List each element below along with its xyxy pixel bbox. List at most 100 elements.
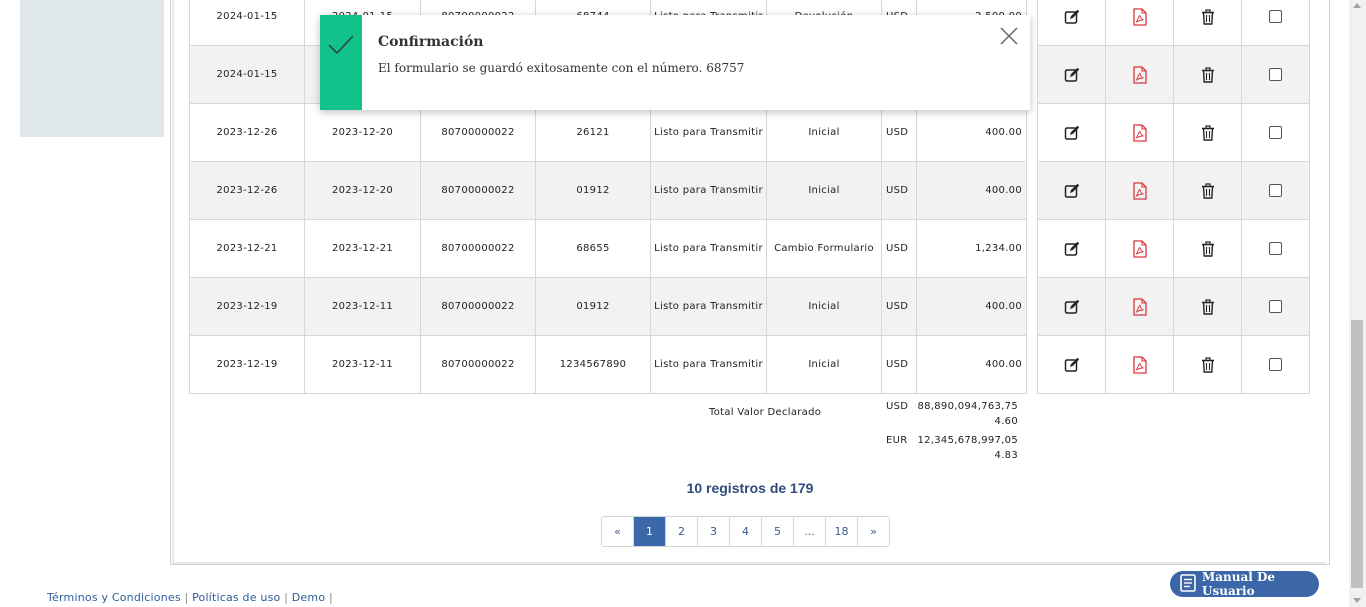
cell-ruc: 80700000022 [420,103,536,162]
edit-icon[interactable] [1063,298,1081,316]
trash-icon[interactable] [1199,298,1217,316]
toast-title: Confirmación [378,34,484,50]
edit-icon[interactable] [1063,240,1081,258]
scroll-thumb[interactable] [1351,320,1363,588]
scroll-down-arrow[interactable] [1353,598,1361,603]
user-manual-button[interactable]: Manual De Usuario [1170,570,1319,598]
policies-link[interactable]: Políticas de uso [192,591,280,604]
table-row: 2023-12-19 2023-12-11 80700000022 123456789… [189,335,1027,394]
cell-numero: 1234567890 [535,335,651,394]
demo-link[interactable]: Demo [292,591,325,604]
select-cell [1241,335,1310,394]
page-item[interactable]: 4 [730,517,762,546]
close-icon[interactable] [1000,27,1018,45]
cell-monto: 400.00 [916,277,1027,336]
row-checkbox[interactable] [1269,10,1282,23]
pdf-cell [1105,277,1174,336]
cell-fecha1: 2023-12-19 [189,335,305,394]
edit-icon[interactable] [1063,356,1081,374]
cell-estado: Listo para Transmitir [650,335,767,394]
edit-icon[interactable] [1063,66,1081,84]
cell-monto: 400.00 [916,103,1027,162]
edit-cell [1037,103,1106,162]
page-item[interactable]: 2 [666,517,698,546]
delete-cell [1173,45,1242,104]
cell-tipo: Inicial [766,277,882,336]
row-checkbox[interactable] [1269,358,1282,371]
cell-fecha2: 2023-12-20 [304,161,421,220]
trash-icon[interactable] [1199,124,1217,142]
select-cell [1241,277,1310,336]
cell-fecha1: 2023-12-21 [189,219,305,278]
page-item[interactable]: 5 [762,517,794,546]
edit-cell [1037,0,1106,46]
total-eur: EUR 12,345,678,997,054.83 [886,433,1018,463]
select-cell [1241,161,1310,220]
terms-link[interactable]: Términos y Condiciones [47,591,181,604]
cell-fecha1: 2023-12-26 [189,161,305,220]
cell-fecha2: 2023-12-11 [304,277,421,336]
row-checkbox[interactable] [1269,300,1282,313]
row-checkbox[interactable] [1269,126,1282,139]
edit-icon[interactable] [1063,182,1081,200]
pdf-cell [1105,45,1174,104]
cell-numero: 01912 [535,277,651,336]
cell-estado: Listo para Transmitir [650,277,767,336]
trash-icon[interactable] [1199,66,1217,84]
pdf-icon[interactable] [1131,355,1149,374]
table-row: 2023-12-26 2023-12-20 80700000022 26121 List… [189,103,1027,162]
trash-icon[interactable] [1199,240,1217,258]
pdf-icon[interactable] [1131,297,1149,316]
trash-icon[interactable] [1199,8,1217,26]
pdf-icon[interactable] [1131,123,1149,142]
delete-cell [1173,335,1242,394]
pdf-icon[interactable] [1131,7,1149,26]
select-cell [1241,0,1310,46]
delete-cell [1173,219,1242,278]
trash-icon[interactable] [1199,182,1217,200]
cell-fecha2: 2023-12-21 [304,219,421,278]
select-cell [1241,45,1310,104]
total-usd: USD 88,890,094,763,754.60 [886,399,1018,429]
cell-estado: Listo para Transmitir [650,219,767,278]
edit-cell [1037,45,1106,104]
action-row [1037,277,1310,336]
separator: | [328,591,333,604]
cell-moneda: USD [881,161,917,220]
pdf-icon[interactable] [1131,65,1149,84]
scroll-up-arrow[interactable] [1353,3,1361,8]
cell-monto: 400.00 [916,161,1027,220]
page-item[interactable]: ... [794,517,826,546]
trash-icon[interactable] [1199,356,1217,374]
edit-cell [1037,277,1106,336]
row-checkbox[interactable] [1269,184,1282,197]
page-item[interactable]: 1 [634,517,666,546]
pdf-cell [1105,161,1174,220]
edit-icon[interactable] [1063,124,1081,142]
pdf-icon[interactable] [1131,239,1149,258]
cell-fecha1: 2024-01-15 [189,0,305,46]
edit-icon[interactable] [1063,8,1081,26]
row-checkbox[interactable] [1269,242,1282,255]
page-next[interactable]: » [858,517,889,546]
total-currency: USD [886,401,909,412]
cell-ruc: 80700000022 [420,161,536,220]
footer-links: Términos y Condiciones | Políticas de us… [47,591,333,604]
cell-monto: 400.00 [916,335,1027,394]
page-prev[interactable]: « [602,517,634,546]
action-row [1037,103,1310,162]
row-checkbox[interactable] [1269,68,1282,81]
page-item[interactable]: 3 [698,517,730,546]
separator: | [284,591,289,604]
cell-fecha2: 2023-12-20 [304,103,421,162]
cell-fecha1: 2024-01-15 [189,45,305,104]
select-cell [1241,103,1310,162]
delete-cell [1173,277,1242,336]
cell-numero: 26121 [535,103,651,162]
action-row [1037,0,1310,46]
cell-estado: Listo para Transmitir [650,103,767,162]
pdf-icon[interactable] [1131,181,1149,200]
cell-moneda: USD [881,103,917,162]
page-scrollbar[interactable] [1349,0,1366,607]
page-item[interactable]: 18 [826,517,858,546]
